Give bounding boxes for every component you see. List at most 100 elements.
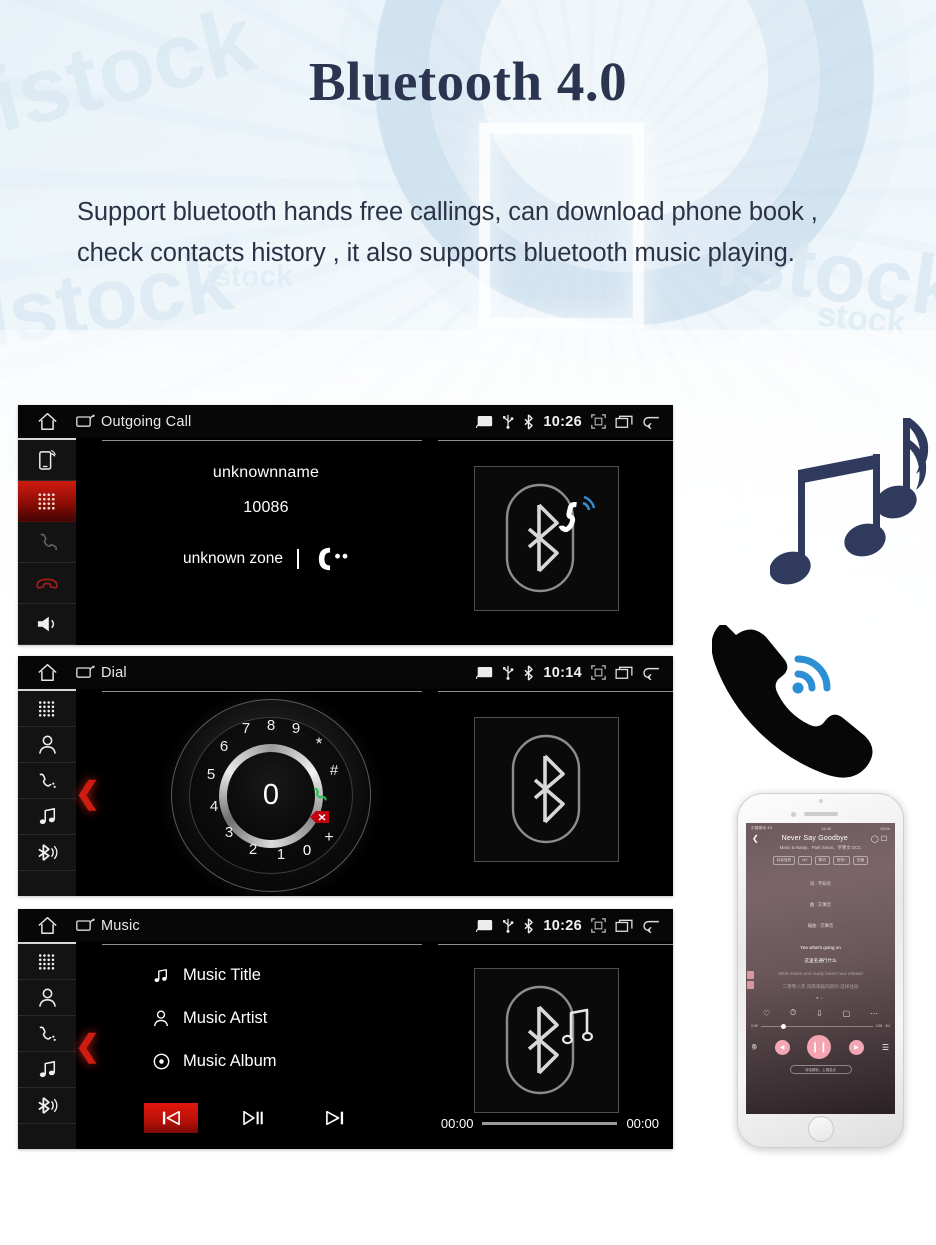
sidebar-item-contacts[interactable]	[18, 980, 76, 1016]
source-indicator: Dial	[76, 665, 127, 681]
music-notes-illustration	[769, 418, 930, 608]
caller-zone-row: unknown zone	[96, 545, 436, 573]
previous-track-button[interactable]	[144, 1103, 198, 1133]
status-bar: Dial 10:14	[18, 656, 673, 689]
phone-nav-bar: ❮ Never Say Goodbye ◯☐	[746, 832, 895, 843]
sidebar-item-end-call[interactable]	[18, 563, 76, 604]
sidebar-item-music[interactable]	[18, 799, 76, 835]
playback-progress[interactable]: 00:00 00:00	[441, 1116, 659, 1131]
chip-quality[interactable]: 标准音质	[772, 856, 796, 865]
page-indicator-dots: ●○	[816, 995, 825, 1000]
sidebar-item-answer-call[interactable]	[18, 522, 76, 563]
sidebar-item-bluetooth[interactable]	[18, 835, 76, 871]
sidebar-item-phone-connect[interactable]	[18, 440, 76, 481]
collapse-sidebar-arrow-icon[interactable]: ❮	[75, 778, 100, 809]
phone-play-pause-button[interactable]: ❙❙	[807, 1035, 832, 1059]
page-title: Bluetooth 4.0	[308, 51, 628, 112]
caller-zone: unknown zone	[183, 550, 283, 567]
chip-speed[interactable]: 倍速	[853, 856, 869, 865]
sidebar	[18, 944, 76, 1149]
home-button[interactable]	[18, 663, 76, 682]
back-icon	[643, 416, 659, 429]
seek-track[interactable]	[760, 1023, 873, 1029]
chip-mv[interactable]: MV	[798, 856, 812, 865]
favorite-heart-icon[interactable]: ♡	[763, 1009, 770, 1018]
status-icon-group: 10:26	[476, 414, 673, 430]
phone-seek-bar[interactable]: 0:05 3:58 3/4	[746, 1023, 895, 1029]
recent-apps-icon	[615, 919, 633, 932]
list-item: Music Artist	[151, 1009, 277, 1028]
phone-elapsed: 0:05	[751, 1024, 758, 1028]
bluetooth-icon	[524, 413, 534, 430]
display-icon	[76, 918, 95, 931]
playback-controls	[144, 1103, 362, 1133]
lyric-active-line-2: 这里名通行什么	[804, 958, 837, 963]
elapsed-time: 00:00	[440, 1116, 474, 1131]
fullscreen-icon	[591, 414, 606, 429]
song-credits: 词 : 不知名 曲 : 交琳音 编曲 : 交琳音	[746, 881, 895, 929]
playlist-icon[interactable]: ☰	[882, 1043, 889, 1052]
home-button[interactable]	[18, 916, 76, 935]
call-info: unknownname 10086 unknown zone	[96, 464, 436, 573]
play-pause-button[interactable]	[226, 1103, 280, 1133]
phone-back-icon[interactable]: ❮	[752, 834, 759, 843]
dial-pad[interactable]: 0 8 9 7 6 5 4 3 2 1 * # + 0	[171, 699, 371, 892]
side-action-buttons[interactable]	[747, 971, 754, 989]
home-button[interactable]	[807, 1116, 834, 1142]
screen-body-music: ❮ Music Title Music Artist Music Album 0…	[75, 944, 673, 1149]
phone-actions[interactable]: ◯☐	[871, 835, 889, 843]
bluetooth-music-art	[474, 968, 619, 1113]
list-item: Music Title	[151, 966, 277, 985]
sidebar-item-keypad[interactable]	[18, 691, 76, 727]
phone-clock: 16:40	[821, 826, 832, 831]
shuffle-icon[interactable]: ⟄	[752, 1042, 757, 1052]
head-unit-screen-dial: Dial 10:14 ❮ 0 8 9 7 6 5 4 3 2 1 * # + 0	[18, 656, 673, 896]
phone-next-button[interactable]: ▶	[849, 1039, 865, 1055]
chip-lyrics[interactable]: 歌词	[814, 856, 830, 865]
earpiece-speaker	[803, 812, 838, 816]
usb-icon	[503, 414, 514, 429]
sidebar-item-call-history[interactable]	[18, 763, 76, 799]
phone-transport-controls: ⟄ ◀ ❙❙ ▶ ☰	[746, 1035, 895, 1059]
comment-icon[interactable]: ▢	[843, 1009, 851, 1018]
disc-icon	[151, 1053, 171, 1070]
progress-bar[interactable]	[482, 1122, 618, 1125]
divider	[296, 549, 299, 569]
back-icon	[643, 920, 659, 933]
clock: 10:14	[543, 664, 582, 681]
sidebar-item-call-history[interactable]	[18, 1016, 76, 1052]
credit-lyricist: 词 : 不知名	[809, 881, 832, 886]
next-track-button[interactable]	[308, 1103, 362, 1133]
caller-number: 10086	[243, 499, 289, 516]
seek-knob[interactable]	[780, 1023, 786, 1029]
phone-previous-button[interactable]: ◀	[774, 1039, 790, 1055]
head-unit-screen-outgoing-call: Outgoing Call 10:26 unknownname 10086 un…	[18, 405, 673, 645]
share-square-icon[interactable]	[747, 971, 754, 979]
phone-handset-wifi-illustration	[711, 622, 877, 785]
sidebar-item-contacts[interactable]	[18, 727, 76, 763]
music-note-icon	[151, 968, 171, 984]
usb-icon	[503, 918, 514, 933]
comment-square-icon[interactable]	[747, 981, 754, 989]
phone-total: 3:58	[875, 1024, 883, 1028]
sidebar-item-keypad[interactable]	[18, 944, 76, 980]
phone-screen: 中国移动 4G 16:40 100% ❮ Never Say Goodbye ◯…	[746, 823, 895, 1114]
timer-icon[interactable]: ⏱	[790, 1008, 796, 1018]
status-icon-group: 10:26	[476, 918, 673, 934]
download-icon[interactable]: ⇩	[816, 1009, 823, 1018]
music-album: Music Album	[183, 1052, 277, 1070]
chip-effects[interactable]: 音效+	[832, 856, 851, 865]
credit-composer: 曲 : 交琳音	[809, 902, 832, 907]
more-options-icon[interactable]: ⋯	[870, 1009, 878, 1018]
screen-body-outgoing-call: unknownname 10086 unknown zone	[76, 440, 673, 645]
sidebar	[18, 440, 76, 645]
sidebar-item-bluetooth[interactable]	[18, 1088, 76, 1124]
collapse-sidebar-arrow-icon[interactable]: ❮	[75, 1031, 100, 1062]
home-button[interactable]	[18, 412, 76, 431]
head-unit-screen-music: Music 10:26 ❮ Music Title Music Artist M…	[18, 909, 673, 1149]
sidebar-item-keypad[interactable]	[18, 481, 76, 522]
clock: 10:26	[543, 413, 582, 430]
sidebar-item-music[interactable]	[18, 1052, 76, 1088]
dial-hub[interactable]: 0	[219, 743, 323, 848]
sidebar-item-speaker[interactable]	[18, 604, 76, 645]
